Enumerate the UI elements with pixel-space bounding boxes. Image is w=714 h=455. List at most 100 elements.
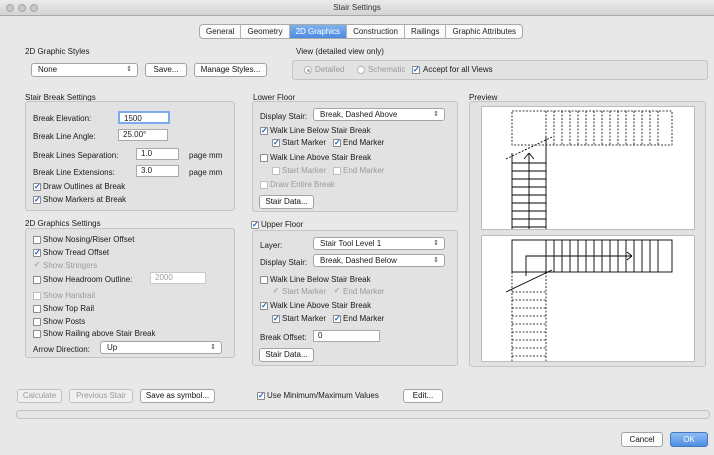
styles-select[interactable]: None ⇕ — [31, 63, 138, 77]
show-markers-label: Show Markers at Break — [43, 195, 127, 204]
upper-walk-below-checkbox[interactable] — [260, 276, 268, 284]
show-markers-checkbox[interactable]: ✓ — [33, 196, 41, 204]
upper-end-marker2-checkbox[interactable]: ✓ — [333, 315, 341, 323]
break-offset-label: Break Offset: — [260, 333, 307, 342]
draw-outlines-label: Draw Outlines at Break — [43, 182, 126, 191]
break-elevation-input[interactable]: 1500 — [118, 111, 170, 124]
ok-button[interactable]: OK — [670, 432, 708, 447]
upper-floor-checkbox[interactable]: ✓ — [251, 221, 259, 229]
upper-end-marker2-label: End Marker — [343, 314, 385, 323]
save-style-button[interactable]: Save... — [145, 63, 187, 77]
upper-floor-preview — [481, 235, 695, 362]
break-elevation-label: Break Elevation: — [33, 114, 92, 123]
tab-geometry[interactable]: Geometry — [241, 25, 290, 38]
upper-end-marker-checkbox[interactable]: ✓ — [333, 288, 341, 296]
arrow-direction-label: Arrow Direction: — [33, 345, 90, 354]
lower-end-marker-checkbox[interactable]: ✓ — [333, 139, 341, 147]
tab-2d-graphics[interactable]: 2D Graphics — [289, 25, 348, 38]
break-extensions-input[interactable]: 3.0 — [136, 165, 179, 177]
upper-start-marker2-checkbox[interactable]: ✓ — [272, 315, 280, 323]
lower-display-select[interactable]: Break, Dashed Above ⇕ — [313, 108, 445, 121]
break-extensions-label: Break Line Extensions: — [33, 168, 115, 177]
railing-above-checkbox[interactable] — [33, 330, 41, 338]
handrail-checkbox[interactable] — [33, 292, 41, 300]
top-rail-label: Show Top Rail — [43, 304, 94, 313]
tab-graphic-attributes[interactable]: Graphic Attributes — [446, 25, 522, 38]
break-separation-input[interactable]: 1.0 — [136, 148, 179, 160]
tread-offset-checkbox[interactable]: ✓ — [33, 249, 41, 257]
lower-end-marker2-checkbox[interactable] — [333, 167, 341, 175]
previous-stair-button[interactable]: Previous Stair — [69, 389, 133, 403]
break-separation-label: Break Lines Separation: — [33, 151, 119, 160]
lower-start-marker2-checkbox[interactable] — [272, 167, 280, 175]
headroom-label: Show Headroom Outline: — [43, 275, 133, 284]
posts-label: Show Posts — [43, 317, 86, 326]
updown-arrows-icon: ⇕ — [210, 344, 216, 351]
save-as-symbol-button[interactable]: Save as symbol... — [140, 389, 215, 403]
separation-unit: page mm — [189, 151, 223, 160]
close-window-icon[interactable] — [6, 4, 14, 12]
posts-checkbox[interactable] — [33, 318, 41, 326]
accept-all-views-checkbox[interactable]: ✓ — [412, 66, 420, 74]
upper-walk-below-label: Walk Line Below Stair Break — [270, 275, 371, 284]
upper-display-value: Break, Dashed Below — [320, 256, 397, 265]
calculate-button[interactable]: Calculate — [17, 389, 62, 403]
lower-stair-data-button[interactable]: Stair Data... — [259, 195, 314, 209]
tab-bar: General Geometry 2D Graphics Constructio… — [199, 24, 524, 39]
view-group — [292, 60, 708, 80]
upper-start-marker-label: Start Marker — [282, 287, 327, 296]
extensions-unit: page mm — [189, 168, 223, 177]
headroom-checkbox[interactable] — [33, 276, 41, 284]
lower-walk-below-checkbox[interactable]: ✓ — [260, 127, 268, 135]
break-angle-input[interactable]: 25.00° — [118, 129, 168, 141]
tab-general[interactable]: General — [200, 25, 242, 38]
tab-railings[interactable]: Railings — [405, 25, 447, 38]
top-rail-checkbox[interactable] — [33, 305, 41, 313]
headroom-input[interactable]: 2000 — [150, 272, 206, 284]
cancel-button[interactable]: Cancel — [621, 432, 663, 447]
upper-end-marker-label: End Marker — [343, 287, 385, 296]
upper-start-marker-checkbox[interactable]: ✓ — [272, 288, 280, 296]
minimize-window-icon[interactable] — [18, 4, 26, 12]
styles-select-value: None — [38, 65, 58, 74]
manage-styles-button[interactable]: Manage Styles... — [194, 63, 267, 77]
styles-heading: 2D Graphic Styles — [25, 47, 90, 56]
draw-entire-break-checkbox[interactable] — [260, 181, 268, 189]
upper-layer-select[interactable]: Stair Tool Level 1 ⇕ — [313, 237, 445, 250]
tread-offset-label: Show Tread Offset — [43, 248, 110, 257]
lower-stair-drawing — [505, 110, 673, 229]
draw-outlines-checkbox[interactable]: ✓ — [33, 183, 41, 191]
nosing-label: Show Nosing/Riser Offset — [43, 235, 135, 244]
tab-construction[interactable]: Construction — [347, 25, 405, 38]
zoom-window-icon[interactable] — [30, 4, 38, 12]
use-minmax-checkbox[interactable]: ✓ — [257, 392, 265, 400]
railing-above-label: Show Railing above Stair Break — [43, 329, 156, 338]
upper-display-select[interactable]: Break, Dashed Below ⇕ — [313, 254, 445, 267]
edit-button[interactable]: Edit... — [403, 389, 443, 403]
upper-walk-above-label: Walk Line Above Stair Break — [270, 301, 372, 310]
upper-stair-data-button[interactable]: Stair Data... — [259, 348, 314, 362]
lower-display-label: Display Stair: — [260, 112, 308, 121]
stringers-checkbox[interactable]: ✓ — [33, 262, 41, 270]
schematic-radio[interactable] — [357, 66, 365, 74]
upper-walk-above-checkbox[interactable]: ✓ — [260, 302, 268, 310]
lower-end-marker2-label: End Marker — [343, 166, 385, 175]
arrow-direction-select[interactable]: Up ⇕ — [100, 341, 222, 354]
lower-walk-above-checkbox[interactable] — [260, 154, 268, 162]
lower-start-marker-label: Start Marker — [282, 138, 327, 147]
lower-start-marker-checkbox[interactable]: ✓ — [272, 139, 280, 147]
lower-display-value: Break, Dashed Above — [320, 110, 398, 119]
title-bar: Stair Settings — [0, 0, 714, 16]
nosing-checkbox[interactable] — [33, 236, 41, 244]
lower-start-marker2-label: Start Marker — [282, 166, 327, 175]
break-offset-input[interactable]: 0 — [313, 330, 380, 342]
detailed-label: Detailed — [315, 65, 345, 74]
view-heading: View (detailed view only) — [296, 47, 384, 56]
upper-stair-drawing — [505, 239, 673, 361]
upper-display-label: Display Stair: — [260, 258, 308, 267]
accept-all-views-label: Accept for all Views — [423, 65, 493, 74]
detailed-radio[interactable] — [304, 66, 312, 74]
updown-arrows-icon: ⇕ — [433, 240, 439, 247]
draw-entire-break-label: Draw Entire Break — [270, 180, 335, 189]
updown-arrows-icon: ⇕ — [433, 257, 439, 264]
